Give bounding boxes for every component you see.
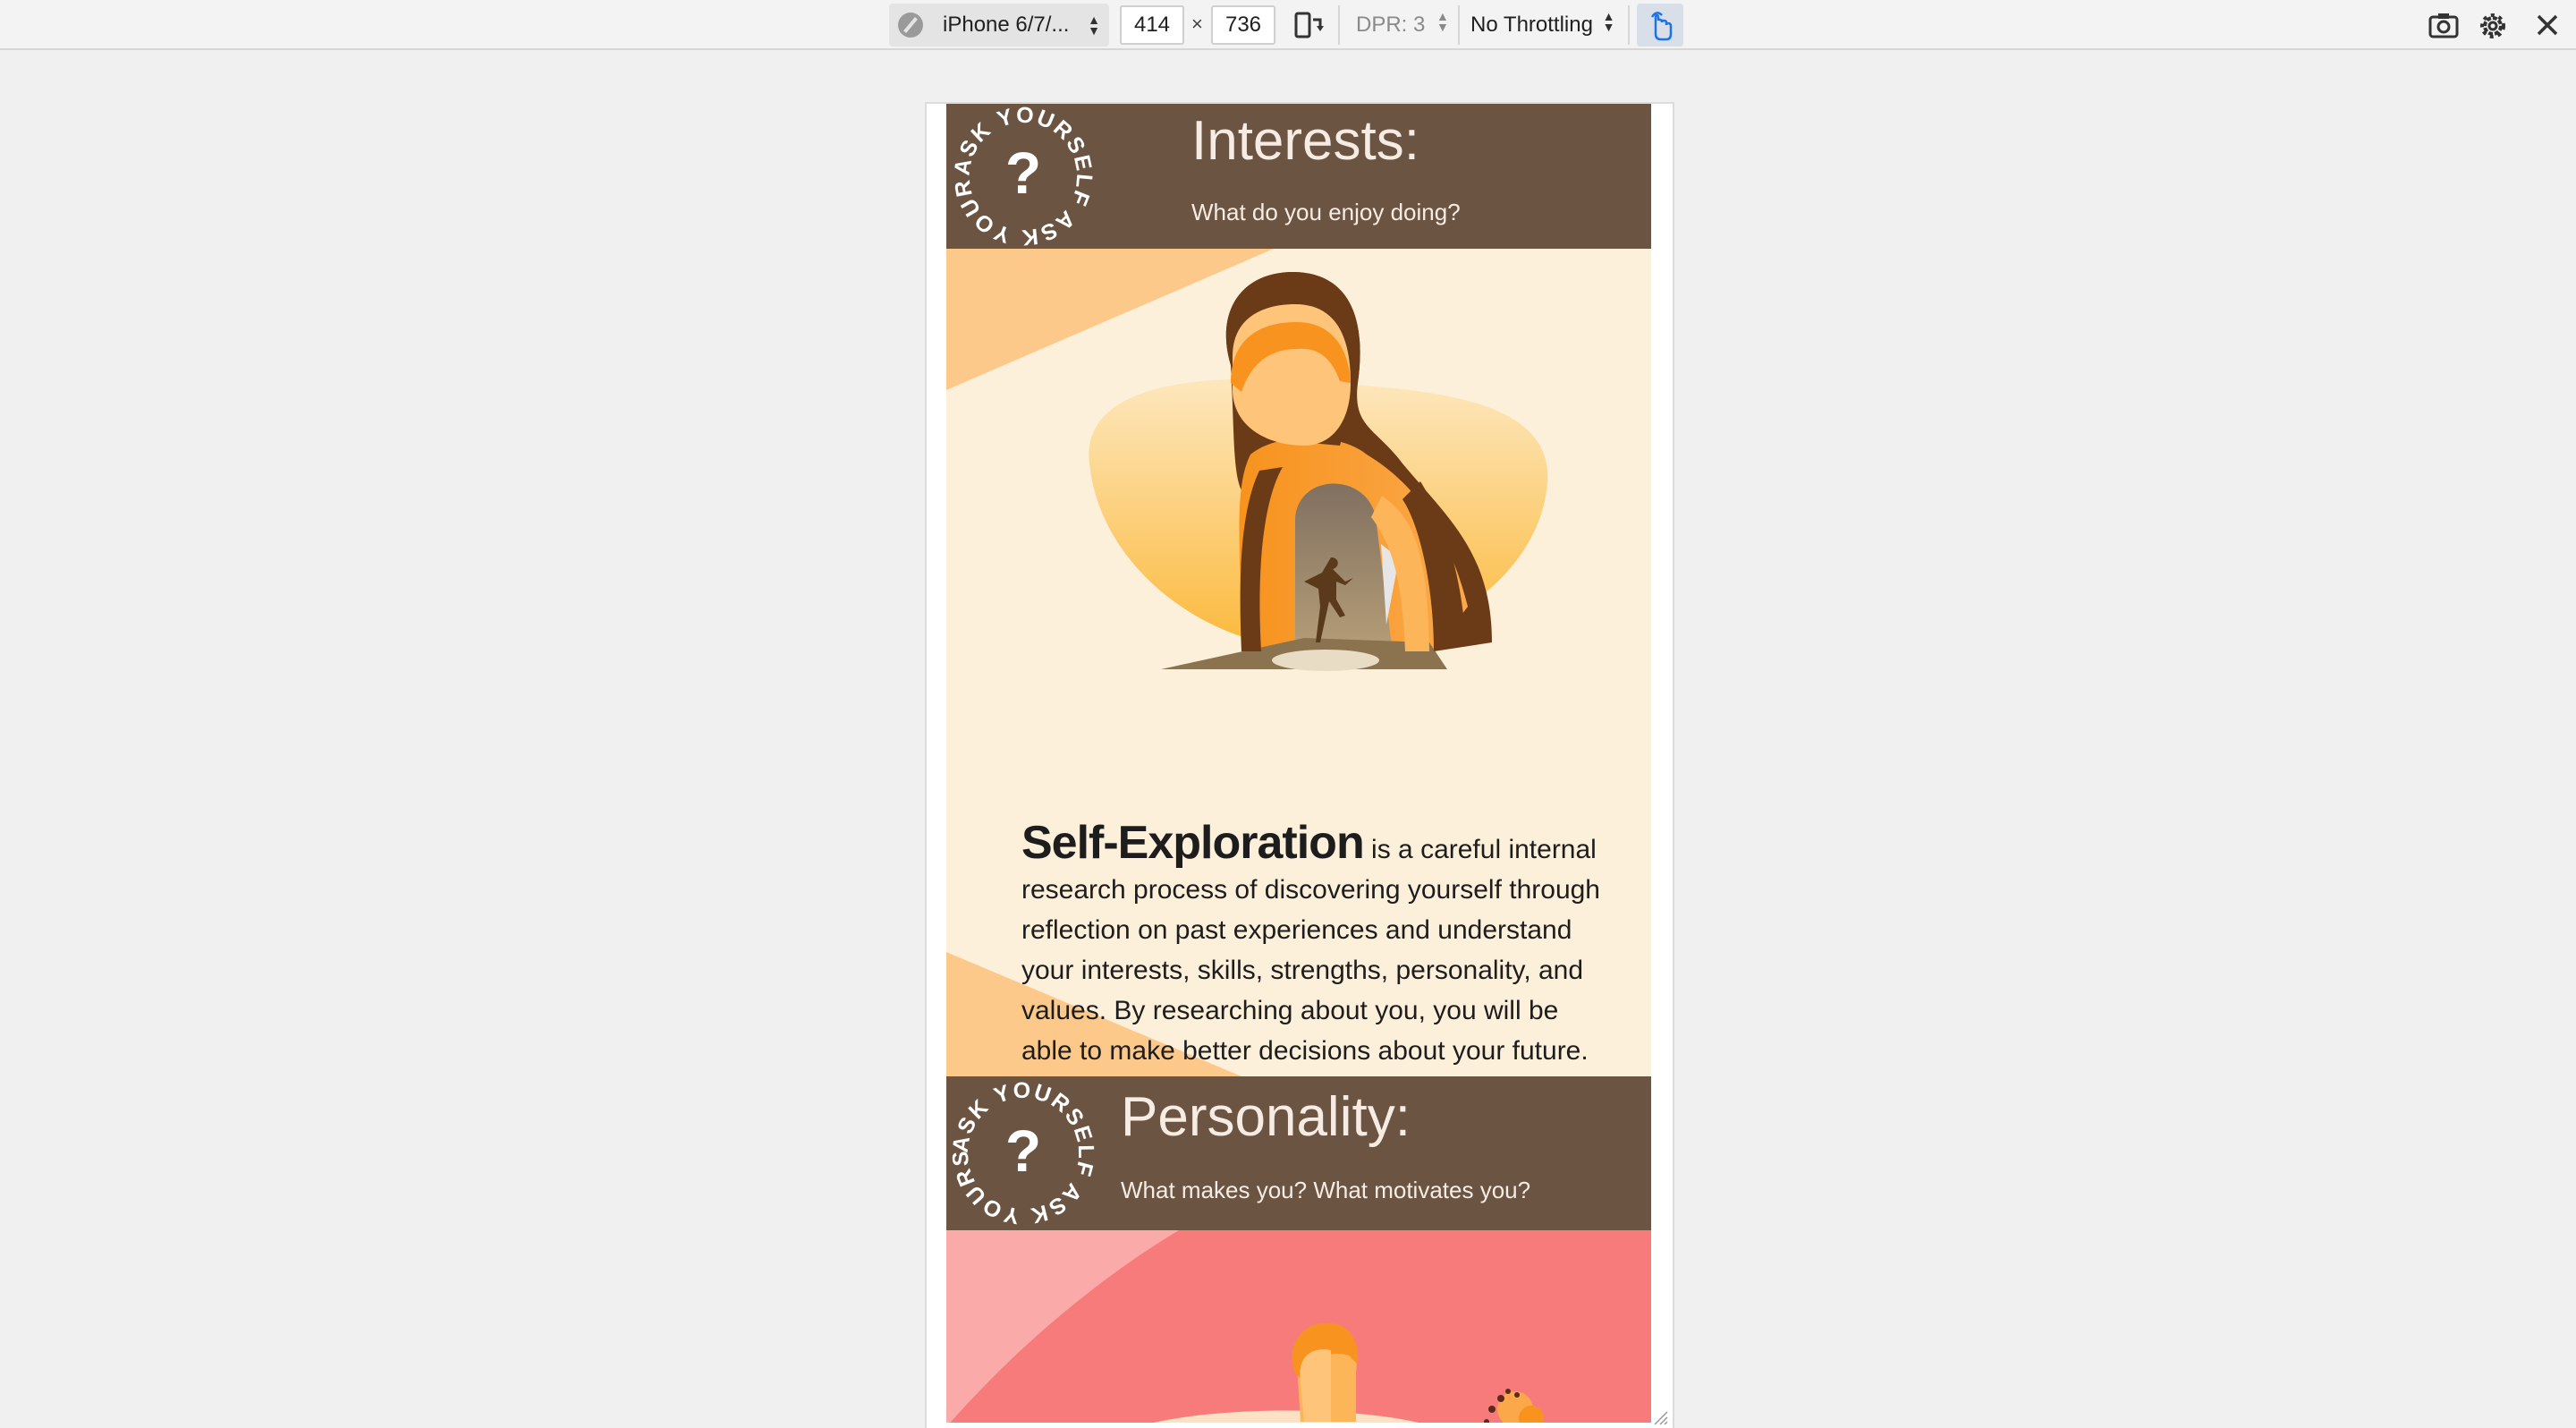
close-icon[interactable] xyxy=(2535,13,2560,38)
person-reflection-illustration xyxy=(1089,271,1548,671)
height-input[interactable]: 736 xyxy=(1211,5,1275,45)
self-exploration-section: Self-Exploration is a careful internal r… xyxy=(946,249,1651,1076)
interests-banner: ASK YOURSELF ASK YOURSELF ? Interests: W… xyxy=(946,104,1651,249)
personality-title: Personality: xyxy=(1121,1086,1411,1148)
personality-illustration xyxy=(946,1230,1544,1423)
dimension-separator: × xyxy=(1191,13,1203,35)
toolbar-divider xyxy=(1458,5,1460,45)
width-input[interactable]: 414 xyxy=(1120,5,1184,45)
gear-icon[interactable] xyxy=(2478,11,2508,41)
hand-pointer-icon xyxy=(1650,12,1673,41)
throttling-selector[interactable]: No Throttling ▲ ▼ xyxy=(1470,9,1615,38)
ask-yourself-badge-icon: ASK YOURSELF ASK YOURSELF ? xyxy=(946,1076,1097,1228)
personality-subtitle: What makes you? What motivates you? xyxy=(1121,1177,1531,1203)
toolbar-divider xyxy=(1628,5,1630,45)
interests-subtitle: What do you enjoy doing? xyxy=(1191,199,1461,225)
updown-icon: ▲ ▼ xyxy=(1602,9,1615,34)
ask-yourself-badge-icon: ASK YOURSELF ASK YOURSELF ? xyxy=(946,104,1095,249)
personality-banner: ASK YOURSELF ASK YOURSELF ? Personality:… xyxy=(946,1076,1651,1230)
device-name: iPhone 6/7/... xyxy=(943,13,1070,37)
device-toolbar: iPhone 6/7/... ▲ ▼ 414 × 736 DPR: 3 ▲ ▼ No… xyxy=(0,0,2576,50)
updown-icon: ▲ ▼ xyxy=(1088,13,1100,38)
rotate-icon[interactable] xyxy=(1293,11,1324,39)
personality-section xyxy=(946,1230,1651,1423)
dpr-selector[interactable]: DPR: 3 ▲ ▼ xyxy=(1356,9,1449,38)
page-viewport[interactable]: ASK YOURSELF ASK YOURSELF ? Interests: W… xyxy=(946,104,1651,1423)
self-exploration-body: is a careful internal research process o… xyxy=(1021,835,1600,1066)
resize-grip-icon[interactable] xyxy=(1653,1410,1669,1426)
interests-title: Interests: xyxy=(1191,110,1419,172)
device-selector[interactable]: iPhone 6/7/... ▲ ▼ xyxy=(889,4,1109,47)
dpr-label: DPR: 3 xyxy=(1356,13,1426,37)
badge-question-mark: ? xyxy=(1005,1118,1041,1184)
compass-icon xyxy=(898,13,923,38)
device-frame: ASK YOURSELF ASK YOURSELF ? Interests: W… xyxy=(927,104,1673,1428)
throttling-label: No Throttling xyxy=(1470,13,1593,37)
self-exploration-term: Self-Exploration xyxy=(1021,817,1365,869)
touch-toggle[interactable] xyxy=(1637,4,1683,47)
toolbar-divider xyxy=(1338,5,1340,45)
badge-question-mark: ? xyxy=(1005,140,1041,206)
camera-icon[interactable] xyxy=(2428,11,2460,39)
self-exploration-paragraph: Self-Exploration is a careful internal r… xyxy=(1021,820,1612,1071)
updown-icon: ▲ ▼ xyxy=(1436,9,1449,34)
